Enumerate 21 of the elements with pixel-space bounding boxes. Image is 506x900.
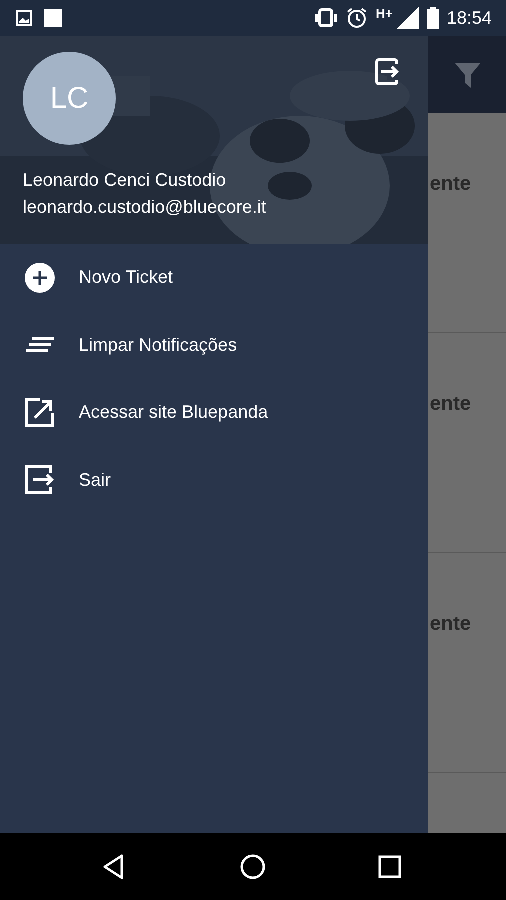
menu-item[interactable]: Limpar Notificações bbox=[0, 312, 428, 379]
signal-icon bbox=[396, 7, 419, 29]
battery-icon bbox=[426, 7, 439, 29]
menu-item[interactable]: Novo Ticket bbox=[0, 244, 428, 312]
home-icon[interactable] bbox=[238, 852, 267, 880]
menu-item[interactable]: Acessar site Bluepanda bbox=[0, 379, 428, 446]
menu-item[interactable]: Sair bbox=[0, 446, 428, 514]
add-circle-icon bbox=[24, 262, 56, 294]
user-email: leonardo.custodio@bluecore.it bbox=[23, 196, 268, 219]
list-item-title: ente bbox=[430, 172, 472, 197]
exit-icon bbox=[24, 464, 56, 496]
square-icon bbox=[44, 9, 62, 27]
filter-icon[interactable] bbox=[454, 60, 482, 88]
image-icon bbox=[16, 10, 32, 26]
clock-time: 18:54 bbox=[446, 6, 492, 30]
external-link-icon bbox=[24, 396, 56, 429]
list-item-title: ente bbox=[430, 392, 472, 417]
network-type-label: H+ bbox=[376, 5, 393, 24]
alarm-icon bbox=[346, 7, 368, 29]
user-name: Leonardo Cenci Custodio bbox=[23, 169, 228, 192]
list-item-title: ente bbox=[430, 612, 472, 637]
